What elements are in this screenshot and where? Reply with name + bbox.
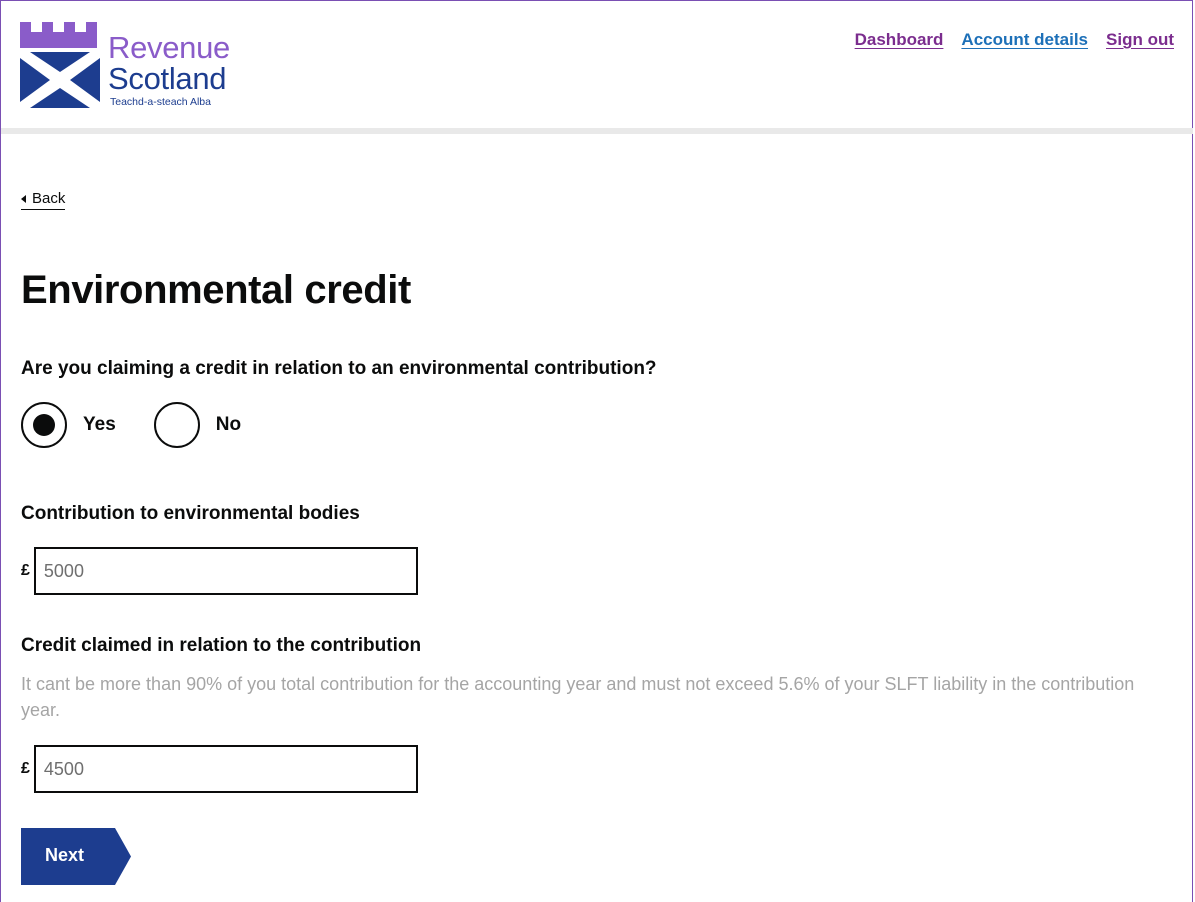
header-divider bbox=[1, 128, 1193, 134]
radio-yes-circle[interactable] bbox=[21, 402, 67, 448]
radio-no[interactable]: No bbox=[153, 402, 242, 448]
radio-yes[interactable]: Yes bbox=[21, 402, 116, 448]
site-header: Revenue Scotland Teachd-a-steach Alba Da… bbox=[0, 0, 1195, 128]
logo-wordmark-scotland: Scotland bbox=[108, 61, 227, 96]
back-link[interactable]: Back bbox=[21, 190, 66, 210]
contribution-label: Contribution to environmental bodies bbox=[21, 503, 360, 524]
credit-label: Credit claimed in relation to the contri… bbox=[21, 635, 422, 656]
credit-hint: It cant be more than 90% of you total co… bbox=[21, 674, 1135, 721]
logo-emblem-icon bbox=[20, 22, 100, 108]
credit-field-row: £ bbox=[21, 745, 418, 793]
credit-currency-symbol: £ bbox=[21, 760, 30, 777]
page-title: Environmental credit bbox=[21, 268, 411, 312]
radio-no-label: No bbox=[215, 414, 242, 435]
contribution-input[interactable] bbox=[33, 547, 418, 595]
claim-radio-group: Yes No bbox=[21, 402, 241, 448]
back-arrow-icon bbox=[21, 194, 26, 203]
radio-no-circle[interactable] bbox=[153, 402, 200, 448]
contribution-currency-symbol: £ bbox=[21, 562, 30, 579]
logo-tagline: Teachd-a-steach Alba bbox=[110, 96, 211, 108]
header-nav: Dashboard Account details Sign out bbox=[855, 30, 1174, 50]
credit-input[interactable] bbox=[33, 745, 418, 793]
next-button[interactable]: Next bbox=[21, 828, 131, 885]
logo-wordmark-revenue: Revenue bbox=[108, 30, 230, 65]
claim-question-label: Are you claiming a credit in relation to… bbox=[21, 358, 657, 379]
back-link-label: Back bbox=[32, 190, 66, 207]
nav-sign-out-link[interactable]: Sign out bbox=[1106, 30, 1174, 50]
radio-yes-label: Yes bbox=[83, 414, 116, 435]
nav-account-details-link[interactable]: Account details bbox=[961, 30, 1088, 50]
nav-dashboard-link[interactable]: Dashboard bbox=[855, 30, 944, 50]
radio-selected-dot bbox=[33, 414, 55, 436]
revenue-scotland-logo[interactable]: Revenue Scotland Teachd-a-steach Alba bbox=[20, 22, 260, 114]
contribution-field-row: £ bbox=[21, 547, 418, 595]
next-button-label: Next bbox=[45, 845, 85, 865]
